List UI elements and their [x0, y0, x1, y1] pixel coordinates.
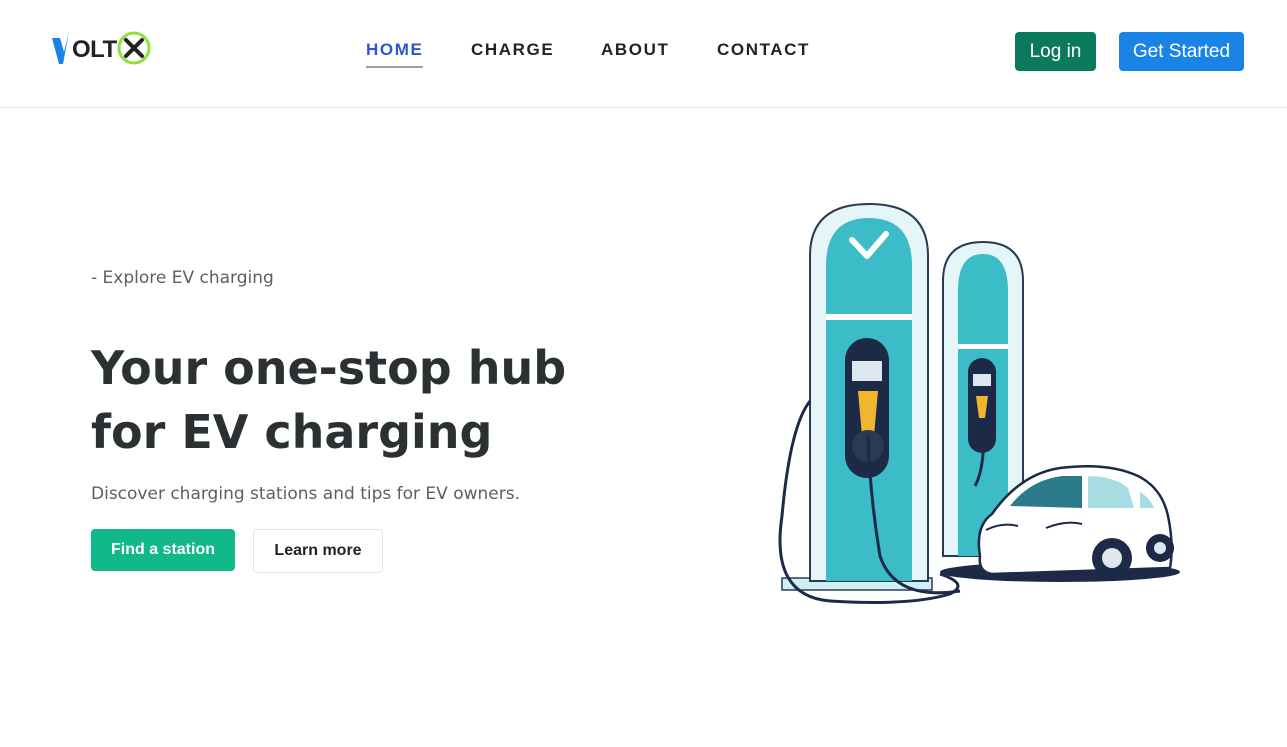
nav-about[interactable]: ABOUT	[601, 40, 669, 60]
hero-subtext: Discover charging stations and tips for …	[91, 484, 520, 504]
site-header: OLT HOME CHARGE ABOUT CONTACT Log in Get…	[0, 0, 1287, 108]
voltx-logo[interactable]: OLT	[50, 28, 154, 68]
hero-headline: Your one-stop hub for EV charging	[91, 341, 567, 459]
get-started-button[interactable]: Get Started	[1119, 32, 1244, 71]
nav-home[interactable]: HOME	[366, 40, 424, 68]
nav-contact[interactable]: CONTACT	[717, 40, 810, 60]
hero-eyebrow: - Explore EV charging	[91, 268, 274, 288]
learn-more-button[interactable]: Learn more	[253, 529, 383, 573]
find-station-button[interactable]: Find a station	[91, 529, 235, 571]
svg-text:OLT: OLT	[72, 36, 118, 63]
nav-charge[interactable]: CHARGE	[471, 40, 554, 60]
ev-charging-illustration	[730, 196, 1190, 616]
login-button[interactable]: Log in	[1015, 32, 1096, 71]
